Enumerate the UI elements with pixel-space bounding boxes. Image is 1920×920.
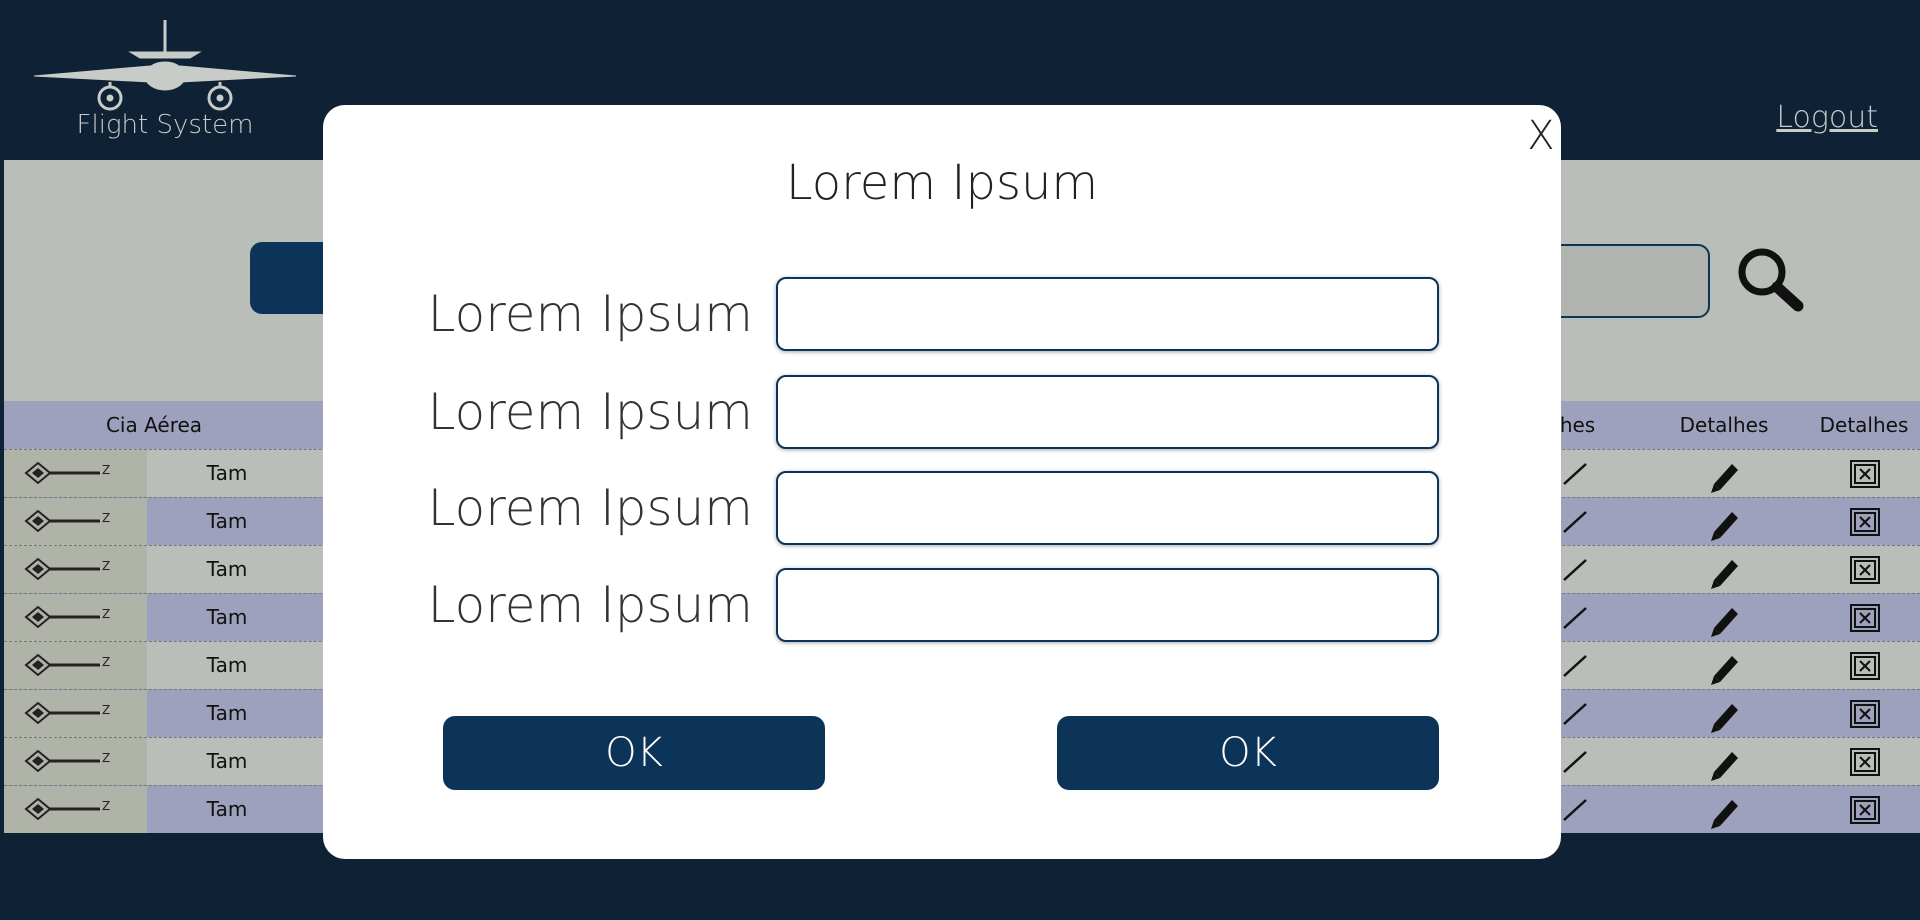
airline-logo-cell: Z [4, 690, 147, 737]
svg-text:Z: Z [102, 799, 110, 813]
ok-button-left[interactable]: OK [443, 716, 825, 790]
svg-text:Z: Z [102, 559, 110, 573]
edit-pencil-icon[interactable] [1706, 506, 1742, 542]
airline-logo-icon: Z [24, 701, 110, 725]
airline-name: Tam [206, 605, 248, 629]
view-icon[interactable] [1562, 700, 1588, 726]
svg-text:Z: Z [102, 655, 110, 669]
airline-name: Tam [206, 797, 248, 821]
text-field[interactable] [776, 471, 1439, 545]
svg-text:Z: Z [102, 463, 110, 477]
svg-text:Z: Z [102, 703, 110, 717]
airline-logo-cell: Z [4, 738, 147, 785]
field-label: Lorem Ipsum [427, 285, 753, 343]
svg-text:Z: Z [102, 751, 110, 765]
svg-text:Z: Z [102, 607, 110, 621]
app-name: Flight System [76, 110, 254, 140]
form-row: Lorem Ipsum [323, 277, 1561, 351]
modal-title: Lorem Ipsum [785, 155, 1099, 211]
airline-logo-cell: Z [4, 594, 147, 641]
edit-pencil-icon[interactable] [1706, 794, 1742, 830]
airline-logo-icon: Z [24, 509, 110, 533]
view-icon[interactable] [1562, 748, 1588, 774]
airline-name: Tam [206, 557, 248, 581]
header-details-delete: Detalhes [1819, 413, 1909, 437]
form-row: Lorem Ipsum [323, 375, 1561, 449]
view-icon[interactable] [1562, 796, 1588, 822]
flight-system-logo: Flight System [30, 18, 300, 148]
edit-pencil-icon[interactable] [1706, 554, 1742, 590]
airline-logo-cell: Z [4, 546, 147, 593]
view-icon[interactable] [1562, 556, 1588, 582]
airline-logo-icon: Z [24, 461, 110, 485]
search-icon[interactable] [1734, 244, 1806, 316]
ok-button-right[interactable]: OK [1057, 716, 1439, 790]
airline-logo-icon: Z [24, 749, 110, 773]
field-label: Lorem Ipsum [427, 479, 753, 537]
airline-logo-icon: Z [24, 797, 110, 821]
text-field[interactable] [776, 375, 1439, 449]
airline-logo-cell: Z [4, 642, 147, 689]
svg-text:Z: Z [102, 511, 110, 525]
form-row: Lorem Ipsum [323, 471, 1561, 545]
view-icon[interactable] [1562, 652, 1588, 678]
airline-name: Tam [206, 461, 248, 485]
delete-icon[interactable] [1850, 748, 1880, 776]
text-field[interactable] [776, 277, 1439, 351]
airline-name: Tam [206, 749, 248, 773]
view-icon[interactable] [1562, 508, 1588, 534]
airline-logo-cell: Z [4, 498, 147, 545]
header-details-edit: Detalhes [1679, 413, 1769, 437]
airline-logo-icon: Z [24, 653, 110, 677]
edit-pencil-icon[interactable] [1706, 698, 1742, 734]
view-icon[interactable] [1562, 604, 1588, 630]
delete-icon[interactable] [1850, 604, 1880, 632]
close-button[interactable]: X [1523, 113, 1559, 159]
logout-link[interactable]: Logout [1776, 100, 1878, 135]
form-modal: X Lorem Ipsum Lorem Ipsum Lorem Ipsum Lo… [323, 105, 1561, 859]
delete-icon[interactable] [1850, 556, 1880, 584]
view-icon[interactable] [1562, 460, 1588, 486]
edit-pencil-icon[interactable] [1706, 746, 1742, 782]
delete-icon[interactable] [1850, 796, 1880, 824]
airline-logo-cell: Z [4, 450, 147, 497]
delete-icon[interactable] [1850, 460, 1880, 488]
airline-name: Tam [206, 653, 248, 677]
airline-name: Tam [206, 701, 248, 725]
header-airline: Cia Aérea [105, 413, 203, 437]
airline-logo-cell: Z [4, 786, 147, 833]
edit-pencil-icon[interactable] [1706, 602, 1742, 638]
airline-logo-icon: Z [24, 557, 110, 581]
airline-logo-icon: Z [24, 605, 110, 629]
delete-icon[interactable] [1850, 700, 1880, 728]
airline-name: Tam [206, 509, 248, 533]
edit-pencil-icon[interactable] [1706, 650, 1742, 686]
form-row: Lorem Ipsum [323, 568, 1561, 642]
delete-icon[interactable] [1850, 508, 1880, 536]
field-label: Lorem Ipsum [427, 383, 753, 441]
edit-pencil-icon[interactable] [1706, 458, 1742, 494]
airplane-icon [33, 20, 297, 111]
field-label: Lorem Ipsum [427, 576, 753, 634]
delete-icon[interactable] [1850, 652, 1880, 680]
text-field[interactable] [776, 568, 1439, 642]
